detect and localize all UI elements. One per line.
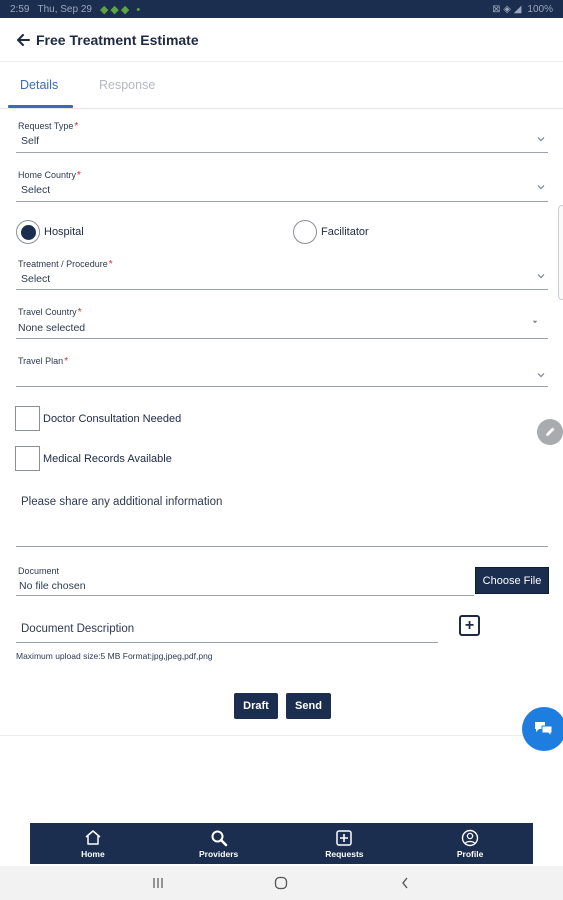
content-divider [0, 735, 563, 736]
travel-plan-label: Travel Plan* [18, 356, 69, 367]
request-type-label: Request Type* [18, 121, 79, 132]
draft-button[interactable]: Draft [234, 693, 278, 719]
treatment-value: Select [21, 273, 51, 285]
document-file-field[interactable]: Document No file chosen [16, 564, 474, 596]
home-country-label: Home Country* [18, 170, 81, 181]
user-circle-icon [461, 829, 479, 847]
chevron-down-icon [537, 274, 545, 279]
page-title: Free Treatment Estimate [36, 31, 199, 48]
recent-apps-icon[interactable] [149, 874, 167, 892]
additional-info-textarea[interactable]: Please share any additional information [16, 486, 548, 547]
checkbox-doctor-consultation-box [15, 406, 40, 431]
nav-home[interactable]: Home [30, 823, 156, 864]
document-label: Document [18, 566, 60, 576]
document-value: No file chosen [19, 580, 86, 592]
caret-down-icon [532, 320, 538, 324]
search-icon [210, 829, 228, 847]
arrow-left-icon[interactable] [14, 31, 32, 49]
status-time: 2:59 [10, 3, 30, 15]
nav-providers[interactable]: Providers [156, 823, 282, 864]
system-nav-bar [0, 866, 563, 900]
radio-facilitator-circle [293, 220, 317, 244]
checkbox-doctor-consultation[interactable]: Doctor Consultation Needed [15, 406, 181, 431]
checkbox-medical-records-label: Medical Records Available [43, 452, 172, 465]
scroll-handle[interactable] [558, 205, 563, 300]
nav-requests-label: Requests [325, 848, 364, 859]
request-type-select[interactable]: Request Type* Self [16, 121, 548, 153]
active-tab-indicator [8, 105, 73, 108]
choose-file-button[interactable]: Choose File [475, 567, 549, 594]
nav-home-label: Home [81, 848, 105, 859]
nav-profile[interactable]: Profile [407, 823, 533, 864]
status-bar: 2:59 Thu, Sep 29 ◆◆◆ • ⊠ ◈ ◢ 100% [0, 0, 563, 18]
radio-hospital[interactable]: Hospital [16, 220, 84, 244]
pencil-icon[interactable] [537, 419, 563, 445]
app-header: Free Treatment Estimate [0, 18, 563, 62]
chevron-down-icon [537, 185, 545, 190]
treatment-label: Treatment / Procedure* [18, 259, 113, 270]
request-type-value: Self [21, 135, 40, 147]
document-description-input[interactable]: Document Description [16, 615, 438, 643]
radio-facilitator[interactable]: Facilitator [293, 220, 369, 244]
send-button[interactable]: Send [286, 693, 331, 719]
tab-response[interactable]: Response [99, 78, 155, 92]
radio-hospital-circle [16, 220, 40, 244]
travel-country-label: Travel Country* [18, 307, 82, 318]
nav-providers-label: Providers [199, 848, 239, 859]
bottom-nav: Home Providers Requests Profile [30, 823, 533, 864]
checkbox-medical-records-box [15, 446, 40, 471]
signal-icons: ⊠ ◈ ◢ [492, 3, 522, 15]
status-date: Thu, Sep 29 [37, 3, 92, 15]
notification-icons: ◆◆◆ • [99, 3, 143, 16]
home-country-select[interactable]: Home Country* Select [16, 170, 548, 202]
back-button-icon[interactable] [396, 874, 414, 892]
home-button-icon[interactable] [272, 874, 290, 892]
chat-icon[interactable] [522, 707, 563, 751]
battery-level: 100% [527, 3, 553, 15]
tab-details[interactable]: Details [20, 78, 58, 92]
travel-country-value: None selected [18, 322, 86, 334]
nav-requests[interactable]: Requests [282, 823, 408, 864]
home-icon [84, 829, 102, 847]
home-country-value: Select [21, 184, 51, 196]
checkbox-doctor-consultation-label: Doctor Consultation Needed [43, 412, 182, 425]
radio-selected-dot [20, 224, 36, 240]
upload-hint: Maximum upload size:5 MB Format:jpg,jpeg… [16, 651, 213, 661]
radio-hospital-label: Hospital [44, 226, 84, 238]
tab-bar: Details Response [0, 66, 563, 109]
travel-country-select[interactable]: Travel Country* None selected [16, 307, 548, 339]
travel-plan-select[interactable]: Travel Plan* [16, 356, 548, 387]
treatment-select[interactable]: Treatment / Procedure* Select [16, 259, 548, 290]
radio-facilitator-label: Facilitator [321, 226, 369, 238]
checkbox-medical-records[interactable]: Medical Records Available [15, 446, 172, 471]
nav-profile-label: Profile [456, 848, 484, 859]
plus-square-icon [335, 829, 353, 847]
chevron-down-icon [537, 137, 545, 142]
add-document-button[interactable]: + [459, 615, 480, 636]
chevron-down-icon [537, 373, 545, 378]
